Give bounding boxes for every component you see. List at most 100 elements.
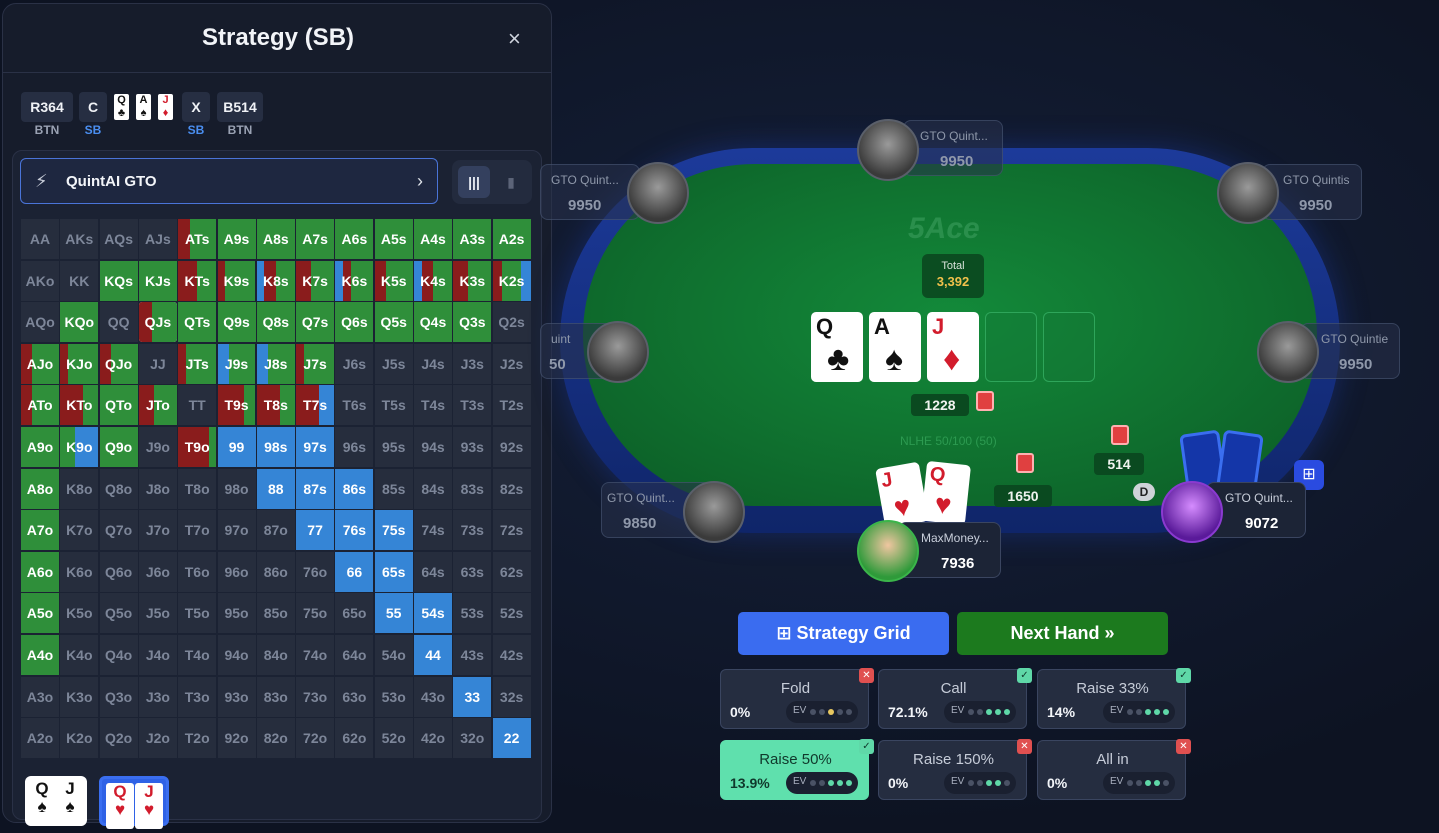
hand-cell-66[interactable]: 66 — [335, 551, 374, 592]
hand-cell-K6s[interactable]: K6s — [335, 260, 374, 301]
hand-cell-J4s[interactable]: J4s — [414, 343, 452, 384]
action-option-raise-50[interactable]: Raise 50% 13.9% EV ✓ — [720, 739, 874, 800]
hand-cell-Q5o[interactable]: Q5o — [99, 593, 138, 634]
hand-cell-83s[interactable]: 83s — [453, 468, 492, 509]
hand-cell-T8s[interactable]: T8s — [256, 385, 295, 426]
hand-cell-77[interactable]: 77 — [296, 510, 335, 551]
hand-cell-95o[interactable]: 95o — [217, 593, 256, 634]
hand-cell-87o[interactable]: 87o — [256, 510, 295, 551]
hand-cell-Q2s[interactable]: Q2s — [492, 302, 531, 343]
hand-cell-Q2o[interactable]: Q2o — [99, 718, 138, 759]
hand-cell-85o[interactable]: 85o — [256, 593, 295, 634]
hand-cell-72o[interactable]: 72o — [296, 718, 335, 759]
hand-cell-73o[interactable]: 73o — [296, 676, 335, 717]
hand-cell-K2o[interactable]: K2o — [60, 718, 99, 759]
hand-cell-93s[interactable]: 93s — [453, 427, 492, 467]
hand-cell-K7s[interactable]: K7s — [296, 260, 335, 301]
hand-cell-KQo[interactable]: KQo — [60, 302, 99, 343]
hand-cell-65s[interactable]: 65s — [374, 551, 413, 592]
hand-cell-A5o[interactable]: A5o — [21, 593, 59, 634]
hand-cell-K2s[interactable]: K2s — [492, 260, 531, 301]
hand-cell-J8o[interactable]: J8o — [138, 468, 177, 509]
action-option-raise-150[interactable]: Raise 150% 0% EV ✕ — [878, 739, 1032, 800]
hand-cell-Q4s[interactable]: Q4s — [414, 302, 452, 343]
hand-cell-55[interactable]: 55 — [374, 593, 413, 634]
hand-cell-63o[interactable]: 63o — [335, 676, 374, 717]
hand-cell-85s[interactable]: 85s — [374, 468, 413, 509]
hand-cell-J3o[interactable]: J3o — [138, 676, 177, 717]
hand-cell-A6s[interactable]: A6s — [335, 219, 374, 259]
hand-cell-54s[interactable]: 54s — [414, 593, 452, 634]
hand-cell-A8s[interactable]: A8s — [256, 219, 295, 259]
hand-cell-72s[interactable]: 72s — [492, 510, 531, 551]
hand-cell-94s[interactable]: 94s — [414, 427, 452, 467]
hand-cell-T9o[interactable]: T9o — [178, 427, 217, 467]
hand-cell-Q9s[interactable]: Q9s — [217, 302, 256, 343]
hand-cell-AQo[interactable]: AQo — [21, 302, 59, 343]
hand-cell-62s[interactable]: 62s — [492, 551, 531, 592]
hand-cell-K7o[interactable]: K7o — [60, 510, 99, 551]
hand-cell-JJ[interactable]: JJ — [138, 343, 177, 384]
hand-cell-T7o[interactable]: T7o — [178, 510, 217, 551]
hand-cell-K3o[interactable]: K3o — [60, 676, 99, 717]
engine-selector[interactable]: ⚡ QuintAI GTO › — [20, 158, 438, 204]
hand-cell-94o[interactable]: 94o — [217, 635, 256, 675]
hand-cell-32o[interactable]: 32o — [453, 718, 492, 759]
hand-cell-76o[interactable]: 76o — [296, 551, 335, 592]
grid-view-icon[interactable]: ||| — [458, 166, 490, 198]
action-option-fold[interactable]: Fold 0% EV ✕ — [720, 668, 874, 729]
hand-cell-73s[interactable]: 73s — [453, 510, 492, 551]
hand-cell-A8o[interactable]: A8o — [21, 468, 59, 509]
hand-cell-T2s[interactable]: T2s — [492, 385, 531, 426]
hand-cell-K4o[interactable]: K4o — [60, 635, 99, 675]
hand-cell-Q3o[interactable]: Q3o — [99, 676, 138, 717]
hand-cell-T7s[interactable]: T7s — [296, 385, 335, 426]
gift-icon[interactable] — [976, 391, 994, 411]
hand-cell-64s[interactable]: 64s — [414, 551, 452, 592]
hand-cell-QJs[interactable]: QJs — [138, 302, 177, 343]
hand-cell-75o[interactable]: 75o — [296, 593, 335, 634]
strategy-grid-button[interactable]: ⊞ Strategy Grid — [738, 612, 949, 655]
hand-cell-64o[interactable]: 64o — [335, 635, 374, 675]
hand-cell-96s[interactable]: 96s — [335, 427, 374, 467]
hand-cell-AQs[interactable]: AQs — [99, 219, 138, 259]
action-option-all-in[interactable]: All in 0% EV ✕ — [1037, 739, 1191, 800]
hand-cell-22[interactable]: 22 — [492, 718, 531, 759]
hand-cell-J2o[interactable]: J2o — [138, 718, 177, 759]
hand-cell-53s[interactable]: 53s — [453, 593, 492, 634]
hand-cell-T9s[interactable]: T9s — [217, 385, 256, 426]
hand-cell-J9o[interactable]: J9o — [138, 427, 177, 467]
hand-cell-TT[interactable]: TT — [178, 385, 217, 426]
gift-icon[interactable] — [1111, 425, 1129, 445]
hand-cell-J7o[interactable]: J7o — [138, 510, 177, 551]
hand-cell-63s[interactable]: 63s — [453, 551, 492, 592]
hand-cell-ATo[interactable]: ATo — [21, 385, 59, 426]
hand-cell-JTs[interactable]: JTs — [178, 343, 217, 384]
next-hand-button[interactable]: Next Hand » — [957, 612, 1168, 655]
hand-cell-T5s[interactable]: T5s — [374, 385, 413, 426]
hand-cell-K4s[interactable]: K4s — [414, 260, 452, 301]
hand-cell-Q5s[interactable]: Q5s — [374, 302, 413, 343]
gift-icon[interactable] — [1016, 453, 1034, 473]
hand-cell-T4o[interactable]: T4o — [178, 635, 217, 675]
hand-cell-52o[interactable]: 52o — [374, 718, 413, 759]
player-avatar[interactable] — [1257, 321, 1319, 383]
hand-cell-96o[interactable]: 96o — [217, 551, 256, 592]
hand-cell-82s[interactable]: 82s — [492, 468, 531, 509]
hand-cell-98o[interactable]: 98o — [217, 468, 256, 509]
player-avatar[interactable] — [627, 162, 689, 224]
hand-cell-95s[interactable]: 95s — [374, 427, 413, 467]
hand-cell-K9o[interactable]: K9o — [60, 427, 99, 467]
action-option-raise-33[interactable]: Raise 33% 14% EV ✓ — [1037, 668, 1191, 729]
hero-avatar[interactable] — [857, 520, 919, 582]
hand-cell-T3o[interactable]: T3o — [178, 676, 217, 717]
hand-cell-84o[interactable]: 84o — [256, 635, 295, 675]
player-avatar[interactable] — [587, 321, 649, 383]
hand-cell-Q8o[interactable]: Q8o — [99, 468, 138, 509]
hand-cell-97s[interactable]: 97s — [296, 427, 335, 467]
hand-cell-Q6s[interactable]: Q6s — [335, 302, 374, 343]
hand-cell-62o[interactable]: 62o — [335, 718, 374, 759]
hand-cell-J5o[interactable]: J5o — [138, 593, 177, 634]
hand-cell-75s[interactable]: 75s — [374, 510, 413, 551]
hand-cell-83o[interactable]: 83o — [256, 676, 295, 717]
